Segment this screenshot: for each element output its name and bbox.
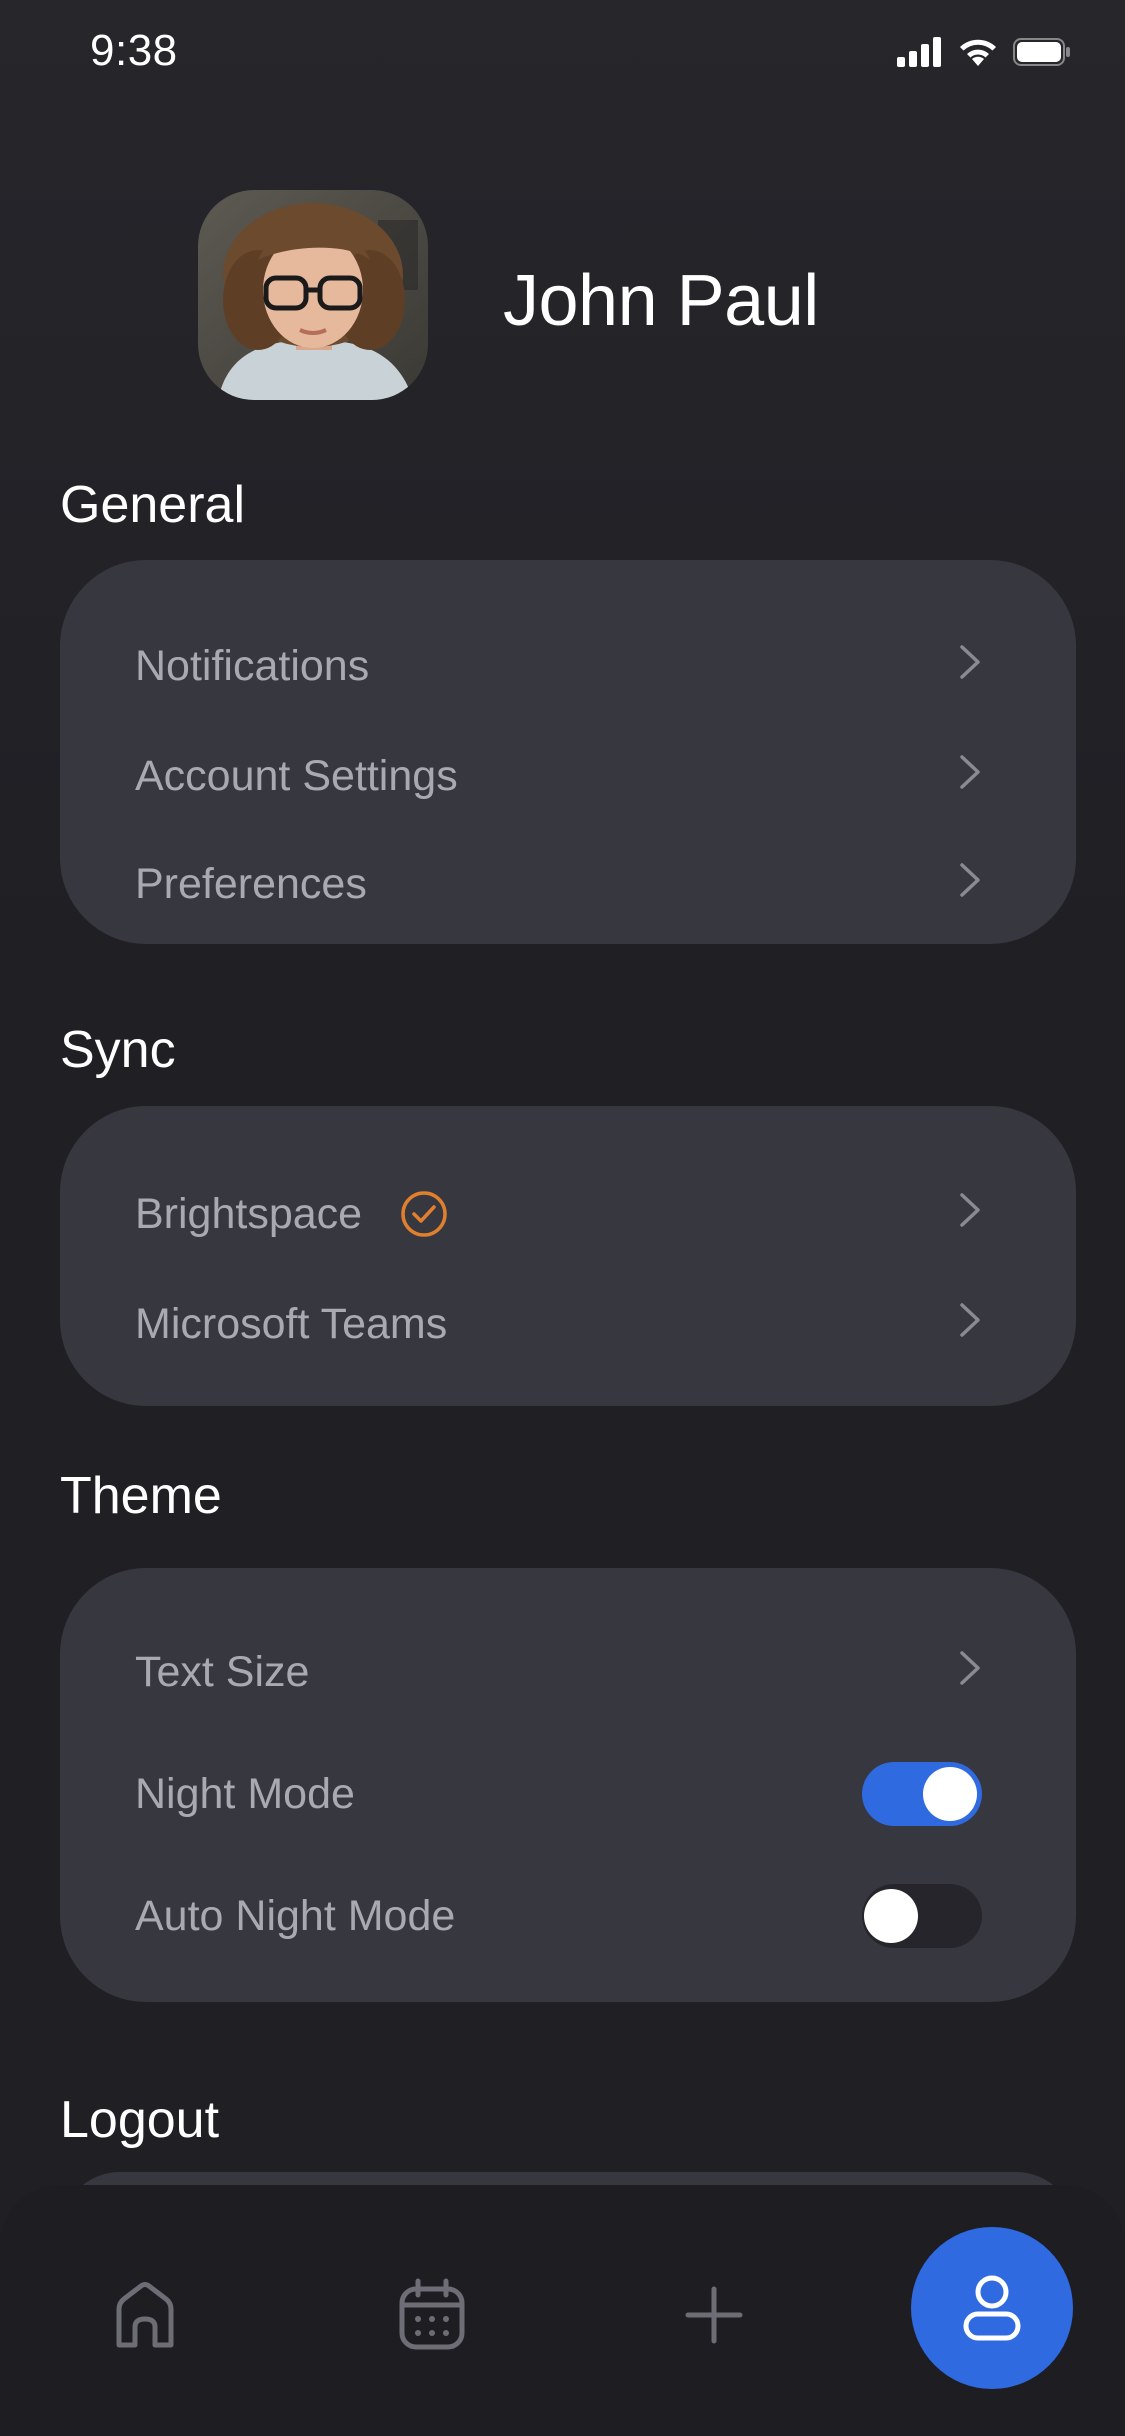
cellular-signal-icon	[897, 37, 941, 67]
theme-card: Text Size Night Mode Auto Night Mode	[60, 1568, 1076, 2002]
row-notifications[interactable]: Notifications	[60, 620, 1076, 710]
row-label: Auto Night Mode	[135, 1892, 456, 1940]
chevron-right-icon	[960, 863, 980, 897]
section-title-sync: Sync	[60, 1021, 176, 1079]
chevron-right-icon	[960, 1193, 980, 1227]
plus-icon[interactable]	[674, 2275, 754, 2355]
row-brightspace[interactable]: Brightspace	[60, 1168, 1076, 1258]
row-label: Night Mode	[135, 1770, 355, 1818]
chevron-right-icon	[960, 1651, 980, 1685]
calendar-icon[interactable]	[392, 2275, 472, 2355]
auto-night-mode-toggle[interactable]	[862, 1884, 982, 1948]
tab-profile-active[interactable]	[911, 2227, 1073, 2389]
section-title-theme: Theme	[60, 1467, 222, 1525]
row-preferences[interactable]: Preferences	[60, 838, 1076, 928]
row-auto-night-mode: Auto Night Mode	[60, 1870, 1076, 1960]
chevron-right-icon	[960, 645, 980, 679]
profile-header: John Paul	[0, 185, 1125, 405]
row-account-settings[interactable]: Account Settings	[60, 730, 1076, 820]
profile-name: John Paul	[503, 261, 819, 341]
avatar[interactable]	[198, 190, 428, 400]
profile-icon	[963, 2275, 1021, 2341]
row-label: Microsoft Teams	[135, 1300, 448, 1348]
wifi-icon	[960, 39, 996, 66]
row-text-size[interactable]: Text Size	[60, 1626, 1076, 1716]
status-icons	[897, 36, 1071, 68]
sync-card: Brightspace Microsoft Teams	[60, 1106, 1076, 1406]
toggle-knob	[864, 1889, 918, 1943]
chevron-right-icon	[960, 755, 980, 789]
status-bar: 9:38	[0, 0, 1125, 110]
check-circle-icon	[401, 1191, 447, 1237]
battery-icon	[1013, 38, 1070, 66]
status-time: 9:38	[90, 26, 178, 75]
row-microsoft-teams[interactable]: Microsoft Teams	[60, 1278, 1076, 1368]
row-label: Text Size	[135, 1648, 310, 1696]
chevron-right-icon	[960, 1303, 980, 1337]
bottom-tab-bar	[0, 2185, 1125, 2436]
home-icon[interactable]	[105, 2275, 185, 2355]
row-label: Account Settings	[135, 752, 458, 800]
toggle-knob	[923, 1767, 977, 1821]
night-mode-toggle[interactable]	[862, 1762, 982, 1826]
general-card: Notifications Account Settings Preferenc…	[60, 560, 1076, 944]
row-label: Brightspace	[135, 1190, 363, 1238]
row-label: Preferences	[135, 860, 367, 908]
user-photo-avatar	[198, 190, 428, 400]
section-title-general: General	[60, 476, 245, 534]
row-night-mode: Night Mode	[60, 1748, 1076, 1838]
section-title-logout[interactable]: Logout	[60, 2090, 219, 2150]
row-label: Notifications	[135, 642, 370, 690]
